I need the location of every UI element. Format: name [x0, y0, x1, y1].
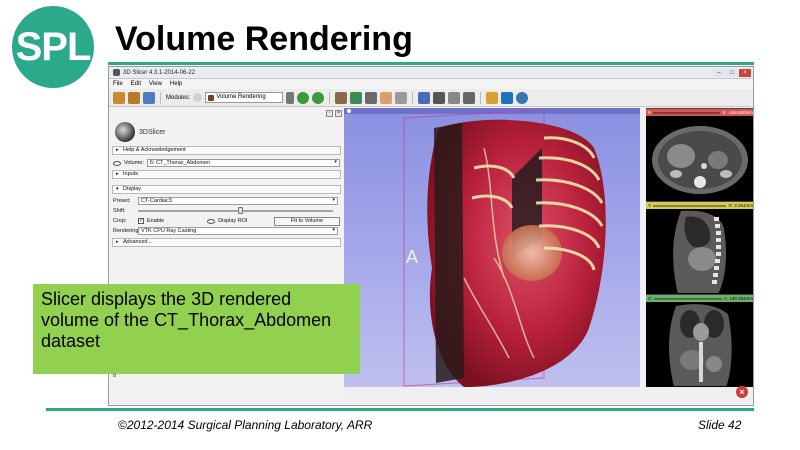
yellow-slice-slider[interactable] — [653, 204, 727, 207]
green-slice-controller[interactable]: G A: 109.254mm — [646, 295, 753, 302]
caption-box: Slicer displays the 3D rendered volume o… — [33, 284, 360, 374]
rendering-label: Rendering: — [113, 228, 140, 234]
volume-label: Volume: — [124, 160, 144, 166]
menu-view[interactable]: View — [149, 81, 162, 87]
python-console-icon[interactable] — [516, 91, 529, 104]
fiducial-icon[interactable] — [486, 91, 499, 104]
green-slice-offset: A: 109.254mm — [723, 296, 753, 301]
3d-view[interactable]: A — [344, 108, 640, 387]
shift-slider-handle[interactable] — [238, 207, 243, 214]
window-title: 3D Slicer 4.3.1-2014-06-22 — [123, 69, 196, 76]
visibility-eye-icon[interactable] — [113, 160, 121, 166]
save-icon[interactable] — [143, 91, 155, 104]
maximize-button[interactable]: □ — [726, 68, 738, 77]
layout-icon[interactable] — [418, 91, 431, 104]
menu-file[interactable]: File — [113, 81, 123, 87]
volume-selector[interactable]: 6: CT_Thorax_Abdomen — [146, 159, 340, 167]
section-inputs[interactable]: Inputs — [112, 170, 341, 179]
green-slice-letter: G — [648, 296, 652, 301]
modules-label: Modules: — [166, 94, 191, 101]
sagittal-ct-image — [673, 210, 726, 293]
caption-text: Slicer displays the 3D rendered volume o… — [41, 289, 332, 351]
yellow-slice-offset: R: 3.254mm — [728, 203, 753, 208]
red-slice-offset: S: -188.500mm — [722, 110, 753, 115]
axial-ct-image — [652, 126, 748, 194]
red-slice-controller[interactable]: R S: -188.500mm — [646, 109, 753, 116]
back-arrow-icon[interactable] — [297, 91, 310, 104]
slicer-logo-icon — [115, 122, 135, 142]
roi-eye-icon[interactable] — [207, 218, 216, 224]
menu-help[interactable]: Help — [170, 81, 182, 87]
shift-label: Shift: — [113, 208, 126, 214]
window-titlebar: 3D Slicer 4.3.1-2014-06-22 – □ × — [109, 67, 753, 79]
transforms-module-icon[interactable] — [380, 91, 393, 104]
editor-module-icon[interactable] — [395, 91, 408, 104]
load-dicom-icon[interactable] — [128, 91, 140, 104]
red-slice-view[interactable]: R S: -188.500mm — [646, 108, 753, 200]
crop-enable-label: Enable — [147, 218, 165, 224]
rendering-selector[interactable]: VTK CPU Ray Casting — [138, 227, 338, 235]
crosshair-options-icon[interactable] — [463, 91, 476, 104]
slice-views: R S: -188.500mm Y R: 3.254mm G A: 109.25… — [646, 108, 753, 387]
data-module-icon[interactable] — [335, 91, 348, 104]
green-slice-slider[interactable] — [653, 297, 722, 300]
error-log-icon[interactable]: × — [736, 386, 748, 398]
slide-title: Volume Rendering — [115, 20, 413, 58]
screenshot-icon[interactable] — [433, 91, 446, 104]
load-data-icon[interactable] — [113, 91, 125, 104]
app-icon — [113, 69, 120, 76]
slicer-brand: 3DSlicer — [109, 118, 344, 146]
logo-text: SPL — [15, 24, 92, 69]
display-roi-label: Display ROI — [218, 218, 248, 224]
view-options-icon[interactable] — [448, 91, 461, 104]
models-module-icon[interactable] — [365, 91, 378, 104]
crop-label: Crop: — [113, 218, 127, 224]
panel-close-button[interactable]: × — [335, 109, 342, 117]
yellow-slice-view[interactable]: Y R: 3.254mm — [646, 201, 753, 293]
copyright-text: ©2012-2014 Surgical Planning Laboratory,… — [118, 418, 373, 432]
menu-edit[interactable]: Edit — [131, 81, 141, 87]
module-selector[interactable]: Volume Rendering — [205, 92, 284, 103]
slide-number: Slide 42 — [698, 418, 742, 432]
main-toolbar: Modules: Volume Rendering — [109, 89, 753, 107]
menu-bar: File Edit View Help — [109, 79, 753, 89]
section-help-acknowledgement[interactable]: Help & Acknowledgement — [112, 146, 341, 155]
red-slice-slider[interactable] — [653, 111, 721, 114]
shift-slider[interactable] — [138, 207, 333, 214]
green-slice-view[interactable]: G A: 109.254mm — [646, 294, 753, 386]
forward-arrow-icon[interactable] — [312, 91, 325, 104]
module-history-icon[interactable] — [286, 91, 295, 104]
module-search-icon[interactable] — [193, 93, 203, 102]
extension-manager-icon[interactable] — [501, 91, 514, 104]
footer-divider — [46, 408, 754, 411]
yellow-slice-letter: Y — [648, 203, 652, 208]
section-advanced[interactable]: Advanced... — [112, 238, 341, 247]
title-divider — [108, 62, 754, 65]
coronal-ct-image — [669, 304, 732, 386]
spl-logo: SPL — [12, 6, 94, 88]
crop-enable-checkbox[interactable]: ✓ — [138, 218, 144, 224]
preset-selector[interactable]: CT-Cardiac3 — [138, 197, 338, 205]
fit-to-volume-button[interactable]: Fit to Volume — [274, 216, 340, 226]
brand-text: 3DSlicer — [139, 128, 166, 136]
volumes-module-icon[interactable] — [350, 91, 363, 104]
volume-render — [403, 109, 606, 387]
red-slice-letter: R — [648, 110, 652, 115]
preset-label: Preset: — [113, 198, 131, 204]
window-close-button[interactable]: × — [739, 68, 751, 77]
section-display[interactable]: Display — [112, 185, 341, 194]
minimize-button[interactable]: – — [713, 68, 725, 77]
yellow-slice-controller[interactable]: Y R: 3.254mm — [646, 202, 753, 209]
panel-float-button[interactable]: ▫ — [326, 109, 333, 117]
orientation-label: A — [406, 247, 419, 267]
